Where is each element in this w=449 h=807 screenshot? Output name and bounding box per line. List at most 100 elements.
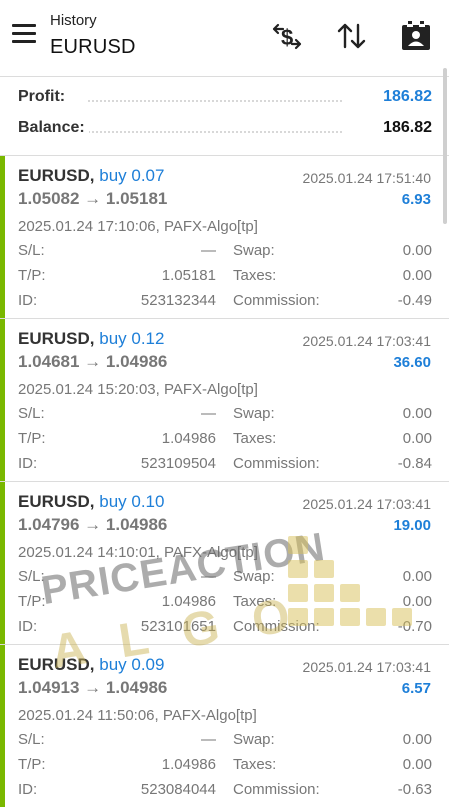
detail-row: ID: 523132344 Commission: -0.49 — [18, 292, 432, 312]
detail-row: T/P: 1.04986 Taxes: 0.00 — [18, 593, 432, 613]
trade-card[interactable]: EURUSD, buy 0.07 2025.01.24 17:51:40 1.0… — [0, 156, 449, 318]
swap-value: 0.00 — [402, 242, 432, 259]
taxes-value: 0.00 — [402, 430, 432, 447]
tp-label: T/P: — [18, 267, 46, 284]
sl-label: S/L: — [18, 731, 45, 748]
commission-value: -0.70 — [397, 618, 432, 635]
sl-value: — — [201, 242, 216, 259]
trade-profit: 19.00 — [393, 517, 431, 534]
commission-label: Commission: — [233, 292, 320, 309]
swap-label: Swap: — [233, 405, 275, 422]
taxes-value: 0.00 — [402, 593, 432, 610]
taxes-label: Taxes: — [233, 756, 277, 773]
trade-card[interactable]: EURUSD, buy 0.10 2025.01.24 17:03:41 1.0… — [0, 482, 449, 644]
dollar-exchange-icon[interactable]: $ — [271, 20, 303, 52]
dotted-leader — [88, 100, 342, 102]
dotted-leader — [88, 131, 342, 133]
trade-profit: 6.57 — [401, 680, 431, 697]
profit-row: Profit: 186.82 — [18, 88, 432, 112]
close-time: 2025.01.24 17:03:41 — [302, 333, 431, 349]
id-label: ID: — [18, 292, 38, 309]
commission-value: -0.63 — [397, 781, 432, 798]
detail-row: S/L: — Swap: 0.00 — [18, 405, 432, 425]
detail-row: ID: 523101651 Commission: -0.70 — [18, 618, 432, 638]
tp-value: 1.05181 — [161, 267, 216, 284]
open-info: 2025.01.24 17:10:06, PAFX-Algo[tp] — [18, 218, 258, 235]
sl-value: — — [201, 731, 216, 748]
taxes-label: Taxes: — [233, 593, 277, 610]
trade-profit: 36.60 — [393, 354, 431, 371]
buy-indicator-bar — [0, 156, 5, 318]
commission-value: -0.49 — [397, 292, 432, 309]
commission-value: -0.84 — [397, 455, 432, 472]
buy-indicator-bar — [0, 645, 5, 807]
trade-symbol: EURUSD, buy 0.09 — [18, 655, 165, 674]
detail-row: ID: 523084044 Commission: -0.63 — [18, 781, 432, 801]
tp-value: 1.04986 — [161, 430, 216, 447]
tp-value: 1.04986 — [161, 756, 216, 773]
close-time: 2025.01.24 17:51:40 — [302, 170, 431, 186]
sl-label: S/L: — [18, 568, 45, 585]
trade-card[interactable]: EURUSD, buy 0.09 2025.01.24 17:03:41 1.0… — [0, 645, 449, 807]
header-subtitle: History — [50, 12, 97, 29]
calendar-icon[interactable] — [400, 20, 432, 52]
trade-profit: 6.93 — [401, 191, 431, 208]
swap-value: 0.00 — [402, 731, 432, 748]
taxes-value: 0.00 — [402, 756, 432, 773]
trade-side: buy 0.09 — [99, 655, 165, 674]
swap-label: Swap: — [233, 568, 275, 585]
commission-label: Commission: — [233, 781, 320, 798]
sl-label: S/L: — [18, 242, 45, 259]
sort-icon[interactable] — [336, 20, 368, 52]
profit-value: 186.82 — [379, 88, 432, 106]
sl-value: — — [201, 568, 216, 585]
id-label: ID: — [18, 618, 38, 635]
id-value: 523101651 — [140, 618, 216, 635]
balance-row: Balance: 186.82 — [18, 119, 432, 143]
tp-label: T/P: — [18, 430, 46, 447]
trade-side: buy 0.12 — [99, 329, 165, 348]
trade-symbol: EURUSD, buy 0.07 — [18, 166, 165, 185]
swap-value: 0.00 — [402, 568, 432, 585]
header-title: EURUSD — [50, 36, 136, 58]
detail-row: S/L: — Swap: 0.00 — [18, 568, 432, 588]
detail-row: T/P: 1.04986 Taxes: 0.00 — [18, 756, 432, 776]
swap-label: Swap: — [233, 242, 275, 259]
balance-value: 186.82 — [379, 119, 432, 137]
buy-indicator-bar — [0, 482, 5, 644]
profit-label: Profit: — [18, 88, 70, 106]
id-value: 523132344 — [140, 292, 216, 309]
open-info: 2025.01.24 14:10:01, PAFX-Algo[tp] — [18, 544, 258, 561]
trade-symbol: EURUSD, buy 0.10 — [18, 492, 165, 511]
id-value: 523109504 — [140, 455, 216, 472]
swap-value: 0.00 — [402, 405, 432, 422]
trade-symbol: EURUSD, buy 0.12 — [18, 329, 165, 348]
id-label: ID: — [18, 455, 38, 472]
sl-value: — — [201, 405, 216, 422]
scrollbar[interactable] — [443, 68, 447, 224]
detail-row: S/L: — Swap: 0.00 — [18, 242, 432, 262]
commission-label: Commission: — [233, 618, 320, 635]
tp-label: T/P: — [18, 593, 46, 610]
close-time: 2025.01.24 17:03:41 — [302, 496, 431, 512]
trade-prices: 1.04913 → 1.04986 — [18, 678, 168, 697]
close-time: 2025.01.24 17:03:41 — [302, 659, 431, 675]
taxes-label: Taxes: — [233, 430, 277, 447]
detail-row: T/P: 1.05181 Taxes: 0.00 — [18, 267, 432, 287]
app-header: History EURUSD $ — [0, 0, 449, 76]
trade-side: buy 0.07 — [99, 166, 165, 185]
trade-prices: 1.04681 → 1.04986 — [18, 352, 168, 371]
taxes-label: Taxes: — [233, 267, 277, 284]
menu-icon[interactable] — [12, 24, 36, 44]
id-value: 523084044 — [140, 781, 216, 798]
trade-prices: 1.05082 → 1.05181 — [18, 189, 168, 208]
buy-indicator-bar — [0, 319, 5, 481]
balance-label: Balance: — [18, 119, 89, 137]
id-label: ID: — [18, 781, 38, 798]
account-summary: Profit: 186.82 Balance: 186.82 — [0, 76, 449, 154]
open-info: 2025.01.24 15:20:03, PAFX-Algo[tp] — [18, 381, 258, 398]
tp-label: T/P: — [18, 756, 46, 773]
detail-row: S/L: — Swap: 0.00 — [18, 731, 432, 751]
swap-label: Swap: — [233, 731, 275, 748]
trade-card[interactable]: EURUSD, buy 0.12 2025.01.24 17:03:41 1.0… — [0, 319, 449, 481]
